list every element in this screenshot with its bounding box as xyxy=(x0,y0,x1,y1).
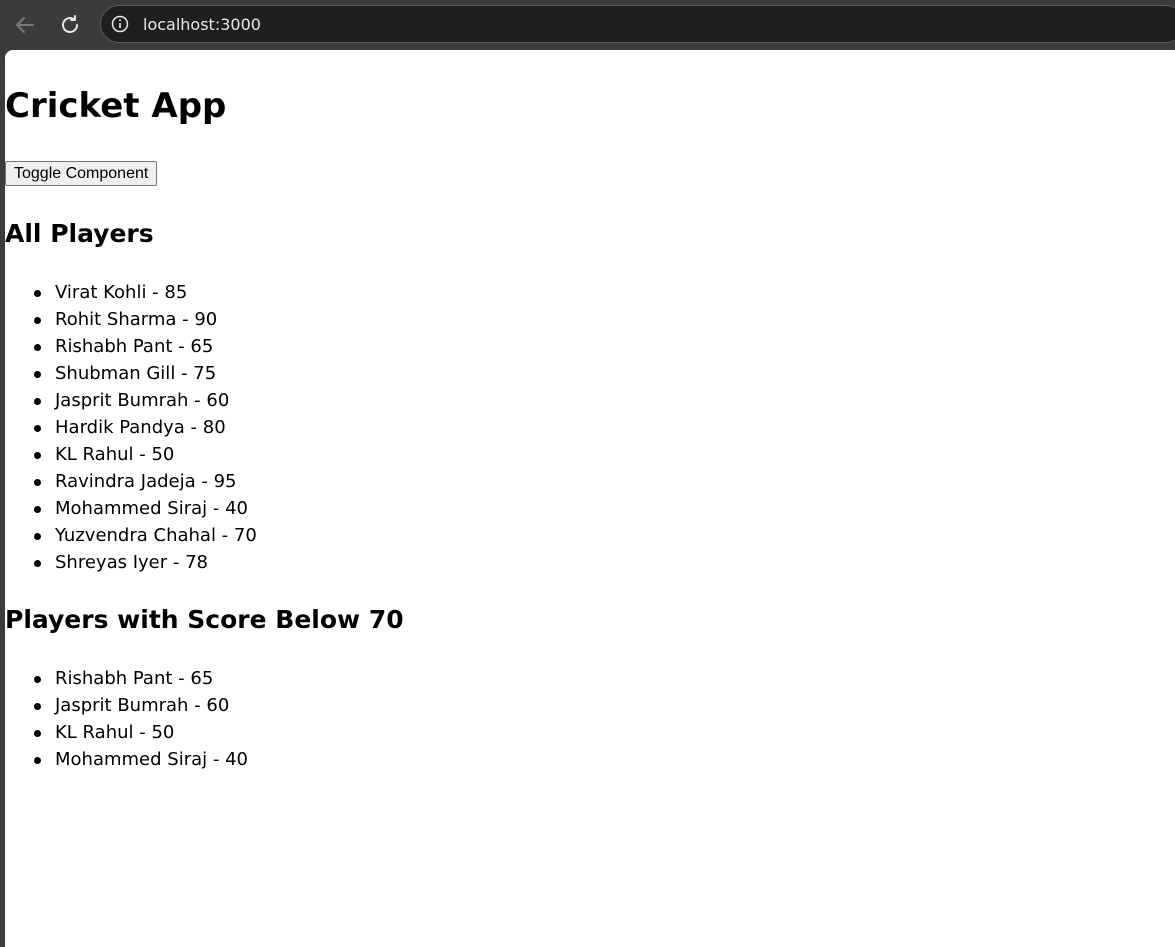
all-players-list: Virat Kohli - 85 Rohit Sharma - 90 Risha… xyxy=(5,279,257,576)
page-content: Cricket App Toggle Component All Players… xyxy=(5,50,1175,947)
player-list-item: KL Rahul - 50 xyxy=(34,441,257,468)
player-list-item: Mohammed Siraj - 40 xyxy=(34,495,257,522)
back-button[interactable] xyxy=(10,10,40,40)
all-players-heading: All Players xyxy=(5,219,154,248)
player-list-item: Rishabh Pant - 65 xyxy=(34,665,248,692)
browser-toolbar: localhost:3000 xyxy=(0,0,1175,50)
reload-icon xyxy=(62,15,78,33)
below-70-list: Rishabh Pant - 65 Jasprit Bumrah - 60 KL… xyxy=(5,665,248,773)
player-list-item: Rishabh Pant - 65 xyxy=(34,333,257,360)
player-list-item: Virat Kohli - 85 xyxy=(34,279,257,306)
reload-button[interactable] xyxy=(55,10,85,40)
player-list-item: Yuzvendra Chahal - 70 xyxy=(34,522,257,549)
player-list-item: Shreyas Iyer - 78 xyxy=(34,549,257,576)
player-list-item: Ravindra Jadeja - 95 xyxy=(34,468,257,495)
player-list-item: Rohit Sharma - 90 xyxy=(34,306,257,333)
page-title: Cricket App xyxy=(5,86,227,126)
player-list-item: Mohammed Siraj - 40 xyxy=(34,746,248,773)
player-list-item: Jasprit Bumrah - 60 xyxy=(34,387,257,414)
toggle-component-button[interactable]: Toggle Component xyxy=(5,161,158,186)
info-icon[interactable] xyxy=(111,15,129,33)
back-arrow-icon xyxy=(16,17,34,33)
player-list-item: Hardik Pandya - 80 xyxy=(34,414,257,441)
player-list-item: Shubman Gill - 75 xyxy=(34,360,257,387)
address-bar[interactable]: localhost:3000 xyxy=(100,5,1175,43)
url-text: localhost:3000 xyxy=(143,15,261,34)
player-list-item: KL Rahul - 50 xyxy=(34,719,248,746)
player-list-item: Jasprit Bumrah - 60 xyxy=(34,692,248,719)
below-70-heading: Players with Score Below 70 xyxy=(5,605,404,634)
